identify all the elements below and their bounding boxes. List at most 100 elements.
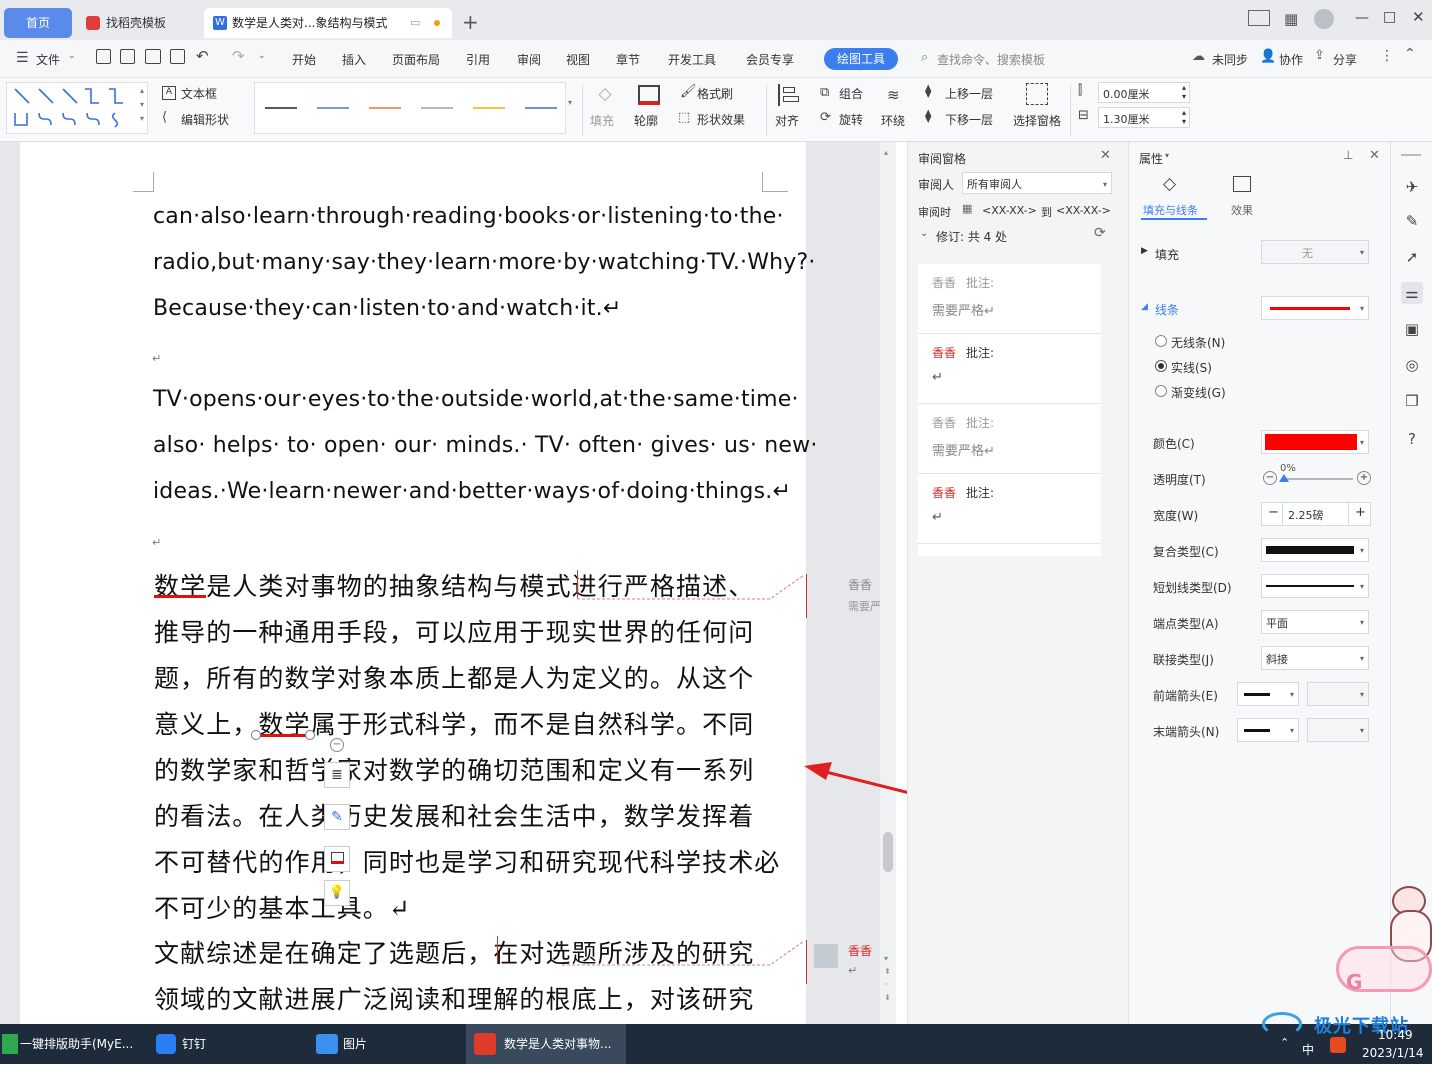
menu-item-drawing-tools[interactable]: 绘图工具 — [824, 48, 898, 70]
menu-item-review[interactable]: 审阅 — [517, 51, 541, 68]
cloud-sync-icon[interactable]: ☁ — [1192, 49, 1205, 64]
transparency-slider-thumb[interactable] — [1279, 474, 1289, 482]
comment-text[interactable]: ↵ — [932, 370, 943, 385]
menu-item-view[interactable]: 视图 — [566, 51, 590, 68]
format-brush-icon[interactable]: 🖌 — [680, 84, 697, 99]
command-search-input[interactable]: 查找命令、搜索模板 — [937, 51, 1045, 68]
share-button[interactable]: 分享 — [1333, 51, 1357, 68]
undo-icon[interactable]: ↶ — [196, 47, 209, 65]
close-icon[interactable]: ✕ — [1100, 148, 1111, 163]
taskbar-item-myeditor[interactable]: 一键排版助手(MyE... — [20, 1024, 133, 1064]
fill-bucket-icon[interactable]: ◇ — [594, 84, 616, 104]
edit-shape-icon[interactable]: ⟨ — [162, 110, 167, 125]
effect-tab-icon[interactable] — [1233, 176, 1251, 192]
group-button[interactable]: 组合 — [839, 85, 863, 102]
properties-title[interactable]: 属性 — [1139, 150, 1163, 167]
ime-indicator[interactable]: 中 — [1302, 1030, 1314, 1070]
fill-section-label[interactable]: 填充 — [1155, 246, 1179, 263]
tab-document[interactable]: W 数学是人类对...象结构与模式 ▭ — [204, 8, 452, 38]
new-tab-button[interactable]: + — [462, 10, 479, 34]
format-brush-button[interactable]: 格式刷 — [697, 85, 733, 102]
tab-home[interactable]: 首页 — [4, 8, 72, 38]
textbox-button[interactable]: 文本框 — [181, 85, 217, 102]
width-stepper[interactable]: − 2.25磅 + — [1261, 502, 1371, 526]
fill-select[interactable]: 无 ▾ — [1261, 240, 1369, 264]
book-icon[interactable]: ❒ — [1401, 390, 1423, 412]
radio-solid-label[interactable]: 实线(S) — [1171, 359, 1212, 376]
menu-item-insert[interactable]: 插入 — [342, 51, 366, 68]
review-time-to[interactable]: <XX-XX-> — [1056, 204, 1111, 217]
shape-height-input[interactable]: 0.00厘米 ▴ ▾ — [1098, 82, 1190, 103]
radio-solid[interactable] — [1155, 360, 1167, 372]
shape-width-input[interactable]: 1.30厘米 ▴ ▾ — [1098, 107, 1190, 128]
menu-item-page-layout[interactable]: 页面布局 — [392, 51, 440, 68]
body-text-line[interactable]: TV·opens·our·eyes·to·the·outside·world,a… — [153, 387, 799, 412]
page-nav-icon[interactable]: ▾ ⇞ ◦ ⇟ — [884, 952, 891, 1004]
locate-icon[interactable]: ◎ — [1401, 354, 1423, 376]
align-button[interactable]: 对齐 — [775, 112, 799, 129]
collaborate-icon[interactable]: 👤 — [1260, 49, 1276, 64]
review-time-from[interactable]: <XX-XX-> — [982, 204, 1037, 217]
end-arrow-style-select[interactable]: ▾ — [1237, 718, 1299, 742]
radio-none[interactable] — [1155, 335, 1167, 347]
rotate-icon[interactable]: ⟳ — [820, 110, 831, 125]
begin-arrow-size-select[interactable]: ▾ — [1307, 682, 1369, 706]
end-arrow-size-select[interactable]: ▾ — [1307, 718, 1369, 742]
edit-icon[interactable]: ✎ — [1401, 210, 1423, 232]
menu-item-chapter[interactable]: 章节 — [616, 51, 640, 68]
body-text-line[interactable]: ideas.·We·learn·newer·and·better·ways·of… — [153, 479, 791, 504]
grid-icon[interactable]: ▦ — [1284, 10, 1298, 28]
share-icon[interactable]: ⇪ — [1314, 48, 1325, 63]
clock-time[interactable]: 10:49 — [1378, 1028, 1413, 1042]
body-text-line[interactable]: Because·they·can·listen·to·and·watch·it.… — [153, 296, 622, 321]
wrap-icon[interactable]: ≋ — [887, 86, 900, 104]
edit-shape-button[interactable]: 编辑形状 — [181, 111, 229, 128]
radio-gradient[interactable] — [1155, 385, 1167, 397]
float-toolbar-idea-button[interactable]: 💡 — [324, 880, 350, 906]
line-gallery-scroll-icon[interactable]: ▾ — [568, 98, 572, 107]
bring-forward-icon[interactable]: ⧫ — [925, 84, 931, 99]
transparency-minus-button[interactable]: − — [1263, 471, 1277, 485]
width-minus-button[interactable]: − — [1268, 505, 1279, 520]
tab-effect[interactable]: 效果 — [1231, 202, 1253, 218]
expand-icon[interactable]: ▶ — [1141, 246, 1148, 256]
compound-type-select[interactable]: ▾ — [1261, 538, 1369, 562]
select-pane-button[interactable]: 选择窗格 — [1013, 112, 1061, 129]
join-type-select[interactable]: 斜接 ▾ — [1261, 646, 1369, 670]
clock-date[interactable]: 2023/1/14 — [1362, 1046, 1424, 1060]
begin-arrow-style-select[interactable]: ▾ — [1237, 682, 1299, 706]
sync-status[interactable]: 未同步 — [1212, 51, 1248, 68]
shape-handle[interactable] — [251, 730, 261, 740]
document-scrollbar[interactable]: ▴ ▾ ⇞ ◦ ⇟ — [880, 142, 896, 1024]
margin-comment-author[interactable]: 香香 — [848, 576, 872, 593]
taskbar-item-dingtalk[interactable]: 钉钉 — [182, 1024, 206, 1064]
reviewer-select[interactable]: 所有审阅人 ▾ — [962, 172, 1112, 194]
margin-comment-author[interactable]: 香香 — [848, 942, 872, 959]
template-icon[interactable]: ▣ — [1401, 318, 1423, 340]
comment-text[interactable]: 需要严格↵ — [932, 300, 995, 319]
body-text-line[interactable]: can·also·learn·through·reading·books·or·… — [153, 204, 784, 229]
select-pane-icon[interactable] — [1026, 83, 1048, 105]
float-toolbar-layout-button[interactable]: ≣ — [324, 762, 350, 788]
spin-icon[interactable]: ▴ ▾ — [1182, 83, 1186, 101]
refresh-icon[interactable]: ⟳ — [1094, 225, 1106, 241]
group-icon[interactable]: ⧉ — [820, 85, 829, 100]
float-toolbar-outline-button[interactable] — [324, 846, 350, 872]
red-underline-shape-selected[interactable] — [258, 734, 310, 737]
comment-text[interactable]: 需要严格↵ — [932, 440, 995, 459]
margin-comment-text[interactable]: 需要严 — [848, 598, 881, 614]
collapse-ribbon-icon[interactable]: ⌃ — [1404, 46, 1416, 62]
transparency-slider[interactable] — [1281, 478, 1353, 480]
body-text-line[interactable]: 领域的文献进展广泛阅读和理解的根底上，对该研究 — [154, 980, 754, 1016]
redo-icon[interactable]: ↷ — [232, 47, 245, 65]
red-underline-shape[interactable] — [154, 595, 206, 598]
body-text-line[interactable]: also· helps· to· open· our· minds.· TV· … — [153, 433, 818, 458]
body-text-line[interactable]: radio,but·many·say·they·learn·more·by·wa… — [153, 250, 816, 275]
radio-gradient-label[interactable]: 渐变线(G) — [1171, 384, 1226, 401]
collaborate-button[interactable]: 协作 — [1279, 51, 1303, 68]
calendar-icon[interactable]: ▦ — [962, 202, 972, 215]
rotate-button[interactable]: 旋转 — [839, 111, 863, 128]
menu-item-start[interactable]: 开始 — [292, 51, 316, 68]
collapse-toolbar-icon[interactable]: − — [330, 738, 344, 752]
radio-none-label[interactable]: 无线条(N) — [1171, 334, 1225, 351]
